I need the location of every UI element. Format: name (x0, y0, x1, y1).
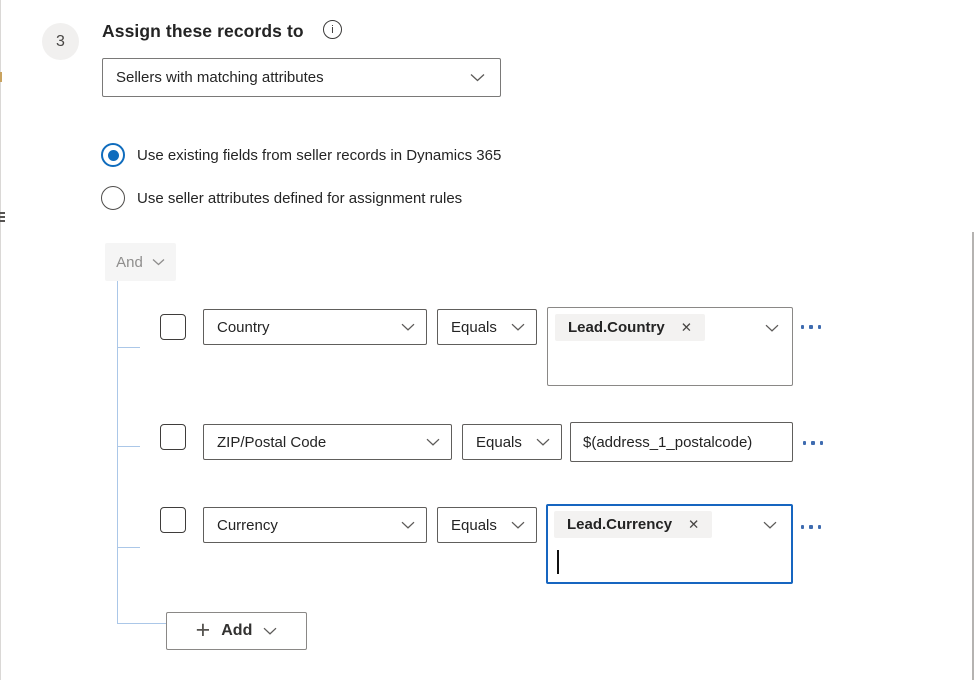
operator-dropdown[interactable]: Equals (462, 424, 562, 460)
radio-option-existing-fields[interactable]: Use existing fields from seller records … (101, 143, 501, 167)
value-tag: Lead.Country ✕ (555, 314, 705, 341)
ellipsis-icon (801, 325, 805, 329)
chevron-down-icon (426, 438, 440, 446)
page-title: Assign these records to (102, 21, 304, 42)
plus-icon: + (196, 620, 211, 640)
chevron-down-icon (763, 521, 777, 529)
condition-checkbox[interactable] (160, 424, 186, 450)
chevron-down-icon (401, 521, 415, 529)
condition-checkbox[interactable] (160, 507, 186, 533)
field-dropdown[interactable]: ZIP/Postal Code (203, 424, 452, 460)
field-dropdown-value: Country (217, 319, 270, 336)
ellipsis-icon (803, 441, 807, 445)
screen-edge-artifact (0, 72, 2, 82)
screen-edge-artifact (0, 212, 5, 214)
radio-unselected-icon (101, 186, 125, 210)
operator-dropdown-value: Equals (451, 517, 497, 534)
value-tag-label: Lead.Country (568, 319, 665, 336)
tree-connector-line (117, 623, 166, 624)
chevron-down-icon (263, 627, 277, 635)
add-condition-button[interactable]: + Add (166, 612, 307, 650)
operator-dropdown[interactable]: Equals (437, 507, 537, 543)
radio-option-label: Use existing fields from seller records … (137, 147, 501, 164)
group-operator-dropdown[interactable]: And (105, 243, 176, 281)
value-tag-label: Lead.Currency (567, 516, 672, 533)
chevron-down-icon (152, 258, 165, 266)
assignment-rule-panel: 3 Assign these records to i Sellers with… (0, 0, 976, 680)
screen-edge-artifact (0, 220, 5, 222)
info-icon[interactable]: i (323, 20, 342, 39)
close-icon[interactable]: ✕ (688, 517, 699, 533)
chevron-down-icon (511, 521, 525, 529)
value-combobox-focused[interactable]: Lead.Currency ✕ (546, 504, 793, 584)
value-text-input[interactable] (570, 422, 793, 462)
scrollbar[interactable] (972, 232, 974, 680)
chevron-down-icon (511, 323, 525, 331)
assignee-dropdown[interactable]: Sellers with matching attributes (102, 58, 501, 97)
add-button-label: Add (221, 622, 252, 640)
tree-connector-line (117, 281, 118, 623)
field-dropdown-value: Currency (217, 517, 278, 534)
ellipsis-icon (801, 525, 805, 529)
tree-connector-line (117, 547, 140, 548)
step-number-badge: 3 (42, 23, 79, 60)
operator-dropdown-value: Equals (476, 434, 522, 451)
chevron-down-icon (536, 438, 550, 446)
more-options-button[interactable] (799, 432, 827, 454)
field-dropdown-value: ZIP/Postal Code (217, 434, 326, 451)
radio-selected-icon (101, 143, 125, 167)
text-cursor (557, 550, 559, 574)
chevron-down-icon (470, 73, 485, 82)
condition-checkbox[interactable] (160, 314, 186, 340)
field-dropdown[interactable]: Country (203, 309, 427, 345)
radio-option-seller-attributes[interactable]: Use seller attributes defined for assign… (101, 186, 462, 210)
tree-connector-line (117, 446, 140, 447)
field-dropdown[interactable]: Currency (203, 507, 427, 543)
more-options-button[interactable] (797, 316, 825, 338)
operator-dropdown[interactable]: Equals (437, 309, 537, 345)
more-options-button[interactable] (797, 516, 825, 538)
chevron-down-icon (401, 323, 415, 331)
screen-edge-artifact (0, 216, 5, 218)
operator-dropdown-value: Equals (451, 319, 497, 336)
window-edge-line (0, 0, 1, 680)
assignee-dropdown-value: Sellers with matching attributes (116, 69, 324, 86)
chevron-down-icon (765, 324, 779, 332)
radio-option-label: Use seller attributes defined for assign… (137, 190, 462, 207)
value-tag: Lead.Currency ✕ (554, 511, 712, 538)
group-operator-value: And (116, 254, 143, 271)
value-combobox[interactable]: Lead.Country ✕ (547, 307, 793, 386)
tree-connector-line (117, 347, 140, 348)
close-icon[interactable]: ✕ (681, 320, 692, 336)
